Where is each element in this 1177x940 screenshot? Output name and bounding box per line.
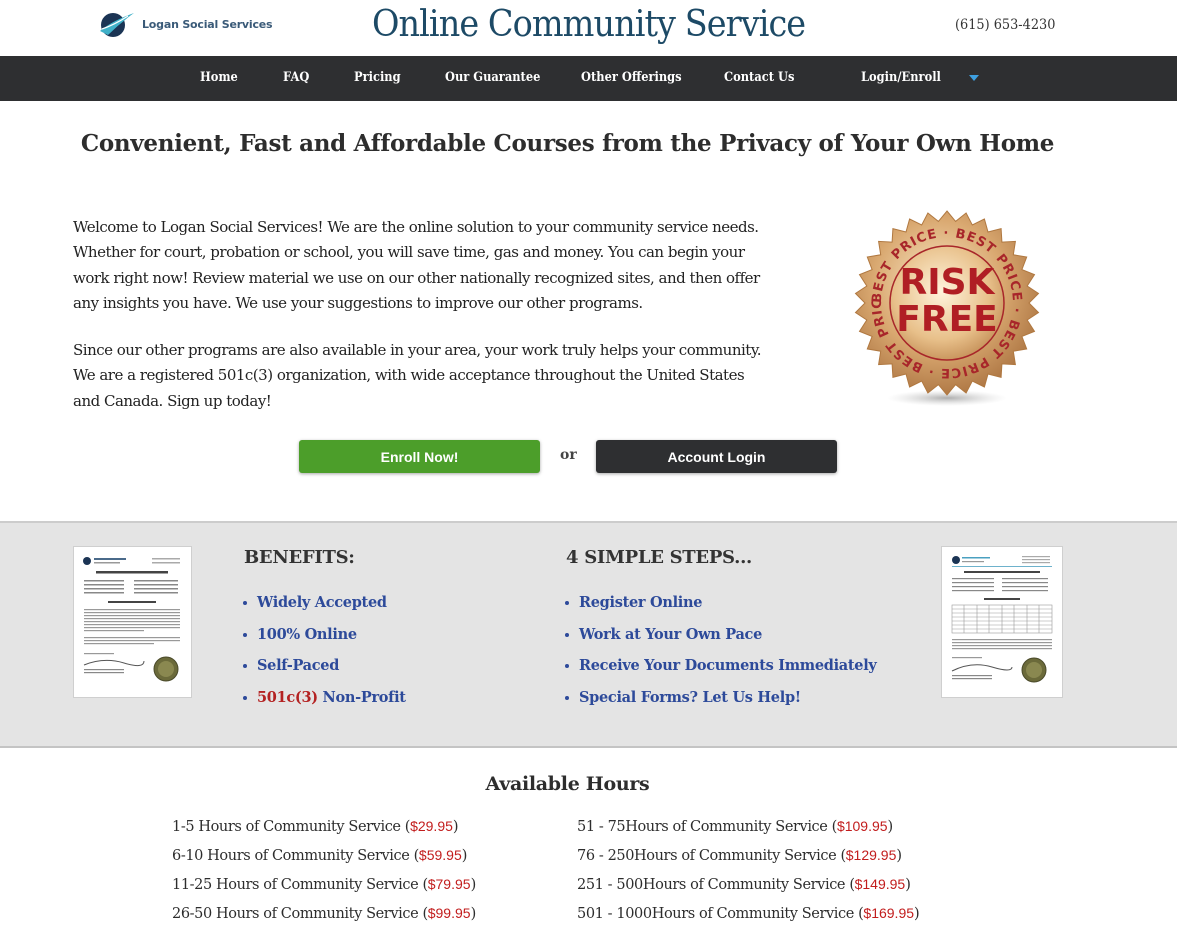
nav-home[interactable]: Home — [200, 70, 238, 85]
completion-statement-thumbnail[interactable] — [73, 546, 192, 698]
hours-label: 26-50 Hours of Community Service ( — [172, 906, 428, 922]
seal-free-text: FREE — [896, 299, 998, 340]
price: $129.95 — [845, 847, 897, 863]
paren: ) — [470, 877, 477, 893]
hours-option[interactable]: 501 - 1000Hours of Community Service ($1… — [577, 902, 920, 931]
nav-faq[interactable]: FAQ — [283, 70, 309, 85]
step-item[interactable]: Work at Your Own Pace — [565, 626, 877, 658]
paren: ) — [905, 877, 911, 893]
steps-list: Register Online Work at Your Own Pace Re… — [565, 594, 877, 721]
nav-pricing[interactable]: Pricing — [354, 70, 401, 85]
hours-option[interactable]: 26-50 Hours of Community Service ($99.95… — [172, 902, 476, 931]
page-tagline: Convenient, Fast and Affordable Courses … — [80, 130, 1055, 157]
enroll-now-button[interactable]: Enroll Now! — [299, 440, 540, 473]
hours-option[interactable]: 251 - 500Hours of Community Service ($14… — [577, 873, 919, 902]
hours-option[interactable]: 51 - 75Hours of Community Service ($109.… — [577, 815, 919, 844]
hours-label: 6-10 Hours of Community Service ( — [172, 848, 419, 864]
site-title: Online Community Service — [372, 4, 806, 45]
or-separator: or — [560, 447, 577, 463]
paren: ) — [461, 848, 468, 864]
price: $109.95 — [836, 818, 888, 834]
hours-label: 1-5 Hours of Community Service ( — [172, 819, 411, 835]
hours-list-left: 1-5 Hours of Community Service ($29.95) … — [172, 815, 476, 931]
price: $149.95 — [854, 876, 906, 892]
benefits-heading: BENEFITS: — [244, 547, 355, 568]
hours-option[interactable]: 1-5 Hours of Community Service ($29.95) — [172, 815, 476, 844]
step-item[interactable]: Special Forms? Let Us Help! — [565, 689, 877, 721]
benefit-item[interactable]: 100% Online — [243, 626, 406, 658]
price: $169.95 — [863, 905, 915, 921]
intro-paragraph-2: Since our other programs are also availa… — [73, 341, 762, 410]
top-header: Logan Social Services Online Community S… — [0, 0, 1177, 56]
benefit-label: Widely Accepted — [257, 594, 387, 611]
hours-label: 251 - 500Hours of Community Service ( — [577, 877, 855, 893]
paren: ) — [470, 906, 477, 922]
logo-text: Logan Social Services — [142, 17, 273, 31]
caret-down-icon[interactable] — [969, 75, 979, 81]
benefit-label: Self-Paced — [257, 657, 340, 675]
benefit-item[interactable]: Self-Paced — [243, 657, 406, 689]
service-log-thumbnail[interactable] — [941, 546, 1063, 698]
nav-other-offerings[interactable]: Other Offerings — [581, 70, 682, 85]
paren: ) — [896, 848, 902, 864]
hours-label: 51 - 75Hours of Community Service ( — [577, 819, 837, 835]
benefit-label: 100% Online — [257, 625, 357, 643]
hours-label: 501 - 1000Hours of Community Service ( — [577, 906, 864, 922]
logo[interactable]: Logan Social Services — [98, 9, 273, 39]
logo-globe-icon — [100, 13, 134, 37]
step-item[interactable]: Receive Your Documents Immediately — [565, 657, 877, 689]
seal-risk-text: RISK — [900, 262, 996, 303]
nav-our-guarantee[interactable]: Our Guarantee — [445, 70, 540, 85]
hours-list-right: 51 - 75Hours of Community Service ($109.… — [577, 815, 920, 931]
nonprofit-designation: 501c(3) — [257, 689, 318, 707]
account-login-button[interactable]: Account Login — [596, 440, 837, 473]
nav-login-enroll[interactable]: Login/Enroll — [861, 70, 941, 85]
risk-free-seal: BEST PRICE · BEST PRICE · BEST PRICE · B… — [852, 206, 1040, 406]
nav-contact-us[interactable]: Contact Us — [724, 70, 794, 85]
document-preview-icon — [951, 556, 1053, 683]
paren: ) — [914, 906, 920, 922]
intro-paragraph-1: Welcome to Logan Social Services! We are… — [73, 218, 760, 312]
hours-label: 11-25 Hours of Community Service ( — [172, 877, 428, 893]
phone-number[interactable]: (615) 653-4230 — [955, 17, 1055, 33]
document-preview-icon — [83, 557, 180, 682]
step-item[interactable]: Register Online — [565, 594, 877, 626]
price: $59.95 — [418, 847, 462, 863]
paren: ) — [452, 819, 459, 835]
hours-option[interactable]: 6-10 Hours of Community Service ($59.95) — [172, 844, 476, 873]
paren: ) — [887, 819, 894, 835]
available-hours-heading: Available Hours — [485, 773, 650, 795]
steps-heading: 4 SIMPLE STEPS... — [566, 547, 753, 568]
hours-option[interactable]: 11-25 Hours of Community Service ($79.95… — [172, 873, 476, 902]
price: $29.95 — [410, 818, 453, 834]
price: $99.95 — [427, 905, 471, 921]
benefit-label: Non-Profit — [317, 689, 406, 707]
hours-label: 76 - 250Hours of Community Service ( — [577, 848, 846, 864]
price: $79.95 — [427, 876, 471, 892]
benefit-item[interactable]: Widely Accepted — [243, 594, 406, 626]
benefits-list: Widely Accepted 100% Online Self-Paced 5… — [243, 594, 406, 721]
benefit-item[interactable]: 501c(3) Non-Profit — [243, 689, 406, 721]
hours-option[interactable]: 76 - 250Hours of Community Service ($129… — [577, 844, 919, 873]
